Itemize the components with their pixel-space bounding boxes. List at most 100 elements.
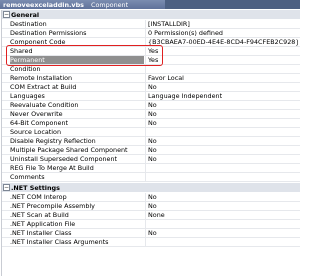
property-value[interactable]: 0 Permission(s) defined	[148, 29, 298, 37]
property-value[interactable]: No	[148, 155, 298, 163]
property-row-net-application-file[interactable]: .NET Application File	[2, 220, 300, 229]
property-name: .NET Precompile Assembly	[10, 202, 95, 210]
property-name: Comments	[10, 173, 45, 181]
row-gutter	[2, 137, 9, 145]
property-row-comments[interactable]: Comments	[2, 173, 300, 182]
row-gutter	[2, 193, 9, 201]
property-row-net-installer-class-arguments[interactable]: .NET Installer Class Arguments	[2, 238, 300, 247]
document-tab[interactable]: removeexceladdin.vbs Component	[0, 0, 165, 9]
property-value[interactable]	[148, 164, 298, 172]
column-divider[interactable]	[145, 202, 146, 210]
property-row-reevaluate-condition[interactable]: Reevaluate Condition No	[2, 101, 300, 110]
column-divider[interactable]	[145, 56, 146, 64]
row-gutter	[2, 65, 9, 73]
property-value[interactable]: No	[148, 101, 298, 109]
category-label: General	[11, 10, 40, 19]
column-divider[interactable]	[145, 193, 146, 201]
column-divider[interactable]	[145, 47, 146, 55]
column-divider[interactable]	[145, 110, 146, 118]
property-value[interactable]	[148, 238, 298, 246]
category-general[interactable]: − General	[2, 10, 300, 19]
column-divider[interactable]	[145, 74, 146, 82]
property-row-net-com-interop[interactable]: .NET COM Interop No	[2, 193, 300, 202]
row-gutter	[2, 92, 9, 100]
property-row-destination-permissions[interactable]: Destination Permissions 0 Permission(s) d…	[2, 29, 300, 38]
property-row-com-extract-at-build[interactable]: COM Extract at Build No	[2, 83, 300, 92]
property-row-languages[interactable]: Languages Language Independent	[2, 92, 300, 101]
row-gutter	[2, 229, 9, 237]
column-divider[interactable]	[145, 173, 146, 181]
property-value[interactable]: No	[148, 137, 298, 145]
column-divider[interactable]	[145, 220, 146, 228]
property-row-shared[interactable]: Shared Yes	[2, 47, 300, 56]
property-value[interactable]: No	[148, 83, 298, 91]
category-net-settings[interactable]: − .NET Settings	[2, 183, 300, 192]
property-row-reg-file-to-merge-at-build[interactable]: REG File To Merge At Build	[2, 164, 300, 173]
column-divider[interactable]	[145, 38, 146, 46]
property-value[interactable]: No	[148, 119, 298, 127]
property-row-component-code[interactable]: Component Code {B3CBAEA7-00ED-4E4E-8CD4-F…	[2, 38, 300, 47]
property-value[interactable]: Language Independent	[148, 92, 298, 100]
column-divider[interactable]	[145, 137, 146, 145]
property-row-net-precompile-assembly[interactable]: .NET Precompile Assembly No	[2, 202, 300, 211]
column-divider[interactable]	[145, 101, 146, 109]
property-row-64-bit-component[interactable]: 64-Bit Component No	[2, 119, 300, 128]
property-value[interactable]	[148, 220, 298, 228]
property-value[interactable]: No	[148, 193, 298, 201]
property-name: Permanent	[10, 56, 144, 64]
column-divider[interactable]	[145, 128, 146, 136]
row-gutter	[2, 101, 9, 109]
property-value[interactable]: No	[148, 146, 298, 154]
collapse-icon[interactable]: −	[3, 184, 10, 191]
property-row-remote-installation[interactable]: Remote Installation Favor Local	[2, 74, 300, 83]
document-tab-bar: removeexceladdin.vbs Component	[0, 0, 300, 9]
property-row-condition[interactable]: Condition	[2, 65, 300, 74]
column-divider[interactable]	[145, 238, 146, 246]
property-row-net-scan-at-build[interactable]: .NET Scan at Build None	[2, 211, 300, 220]
property-value[interactable]: Yes	[148, 47, 298, 55]
column-divider[interactable]	[145, 229, 146, 237]
property-value[interactable]: No	[148, 202, 298, 210]
property-row-never-overwrite[interactable]: Never Overwrite No	[2, 110, 300, 119]
column-divider[interactable]	[145, 65, 146, 73]
property-row-net-installer-class[interactable]: .NET Installer Class No	[2, 229, 300, 238]
column-divider[interactable]	[145, 119, 146, 127]
property-value[interactable]	[148, 128, 298, 136]
row-gutter	[2, 56, 9, 64]
property-row-multiple-package-shared-component[interactable]: Multiple Package Shared Component No	[2, 146, 300, 155]
category-label: .NET Settings	[11, 183, 60, 192]
column-divider[interactable]	[145, 211, 146, 219]
column-divider[interactable]	[145, 83, 146, 91]
property-value[interactable]: [INSTALLDIR]	[148, 20, 298, 28]
property-value[interactable]: {B3CBAEA7-00ED-4E4E-8CD4-F94CFEB2C928}	[148, 38, 298, 46]
row-gutter	[2, 211, 9, 219]
property-row-uninstall-superseded-component[interactable]: Uninstall Superseded Component No	[2, 155, 300, 164]
property-row-disable-registry-reflection[interactable]: Disable Registry Reflection No	[2, 137, 300, 146]
column-divider[interactable]	[145, 146, 146, 154]
column-divider[interactable]	[145, 164, 146, 172]
column-divider[interactable]	[145, 20, 146, 28]
property-name: Shared	[10, 47, 33, 55]
property-value[interactable]: None	[148, 211, 298, 219]
property-name: COM Extract at Build	[10, 83, 77, 91]
property-value[interactable]	[148, 173, 298, 181]
property-row-source-location[interactable]: Source Location	[2, 128, 300, 137]
row-gutter	[2, 238, 9, 246]
property-row-permanent[interactable]: Permanent Yes	[2, 56, 300, 65]
property-name: Remote Installation	[10, 74, 73, 82]
property-row-destination[interactable]: Destination [INSTALLDIR]	[2, 20, 300, 29]
property-name: Destination	[10, 20, 47, 28]
property-value[interactable]: No	[148, 229, 298, 237]
column-divider[interactable]	[145, 155, 146, 163]
column-divider[interactable]	[145, 29, 146, 37]
row-gutter	[2, 110, 9, 118]
column-divider[interactable]	[145, 92, 146, 100]
property-value[interactable]: Favor Local	[148, 74, 298, 82]
collapse-icon[interactable]: −	[3, 11, 10, 18]
property-value[interactable]: Yes	[148, 56, 298, 64]
property-name: Reevaluate Condition	[10, 101, 79, 109]
property-value[interactable]: No	[148, 110, 298, 118]
row-gutter	[2, 202, 9, 210]
property-value[interactable]	[148, 65, 298, 73]
row-gutter	[2, 47, 9, 55]
